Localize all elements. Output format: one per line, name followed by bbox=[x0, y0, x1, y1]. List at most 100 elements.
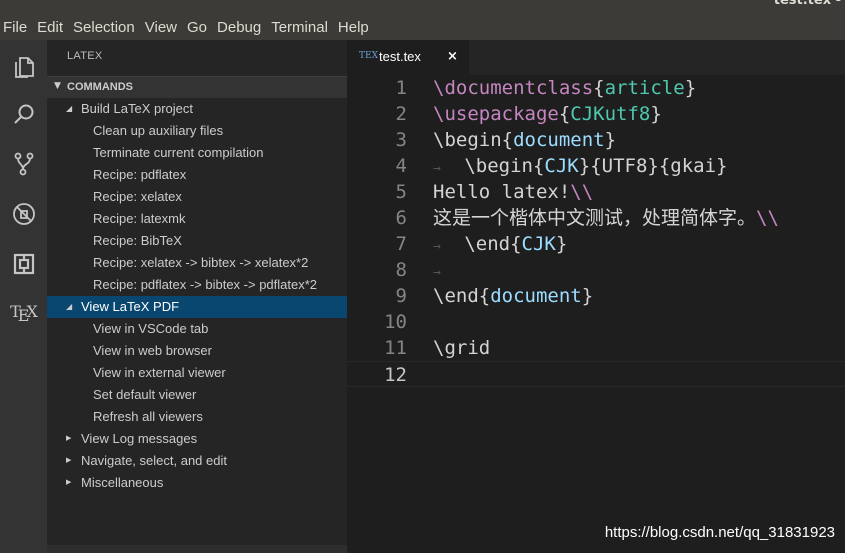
tree-item-label: Terminate current compilation bbox=[93, 145, 264, 160]
code-token: document bbox=[490, 285, 582, 307]
code-line[interactable]: 12 bbox=[347, 361, 845, 387]
menu-file[interactable]: File bbox=[0, 14, 31, 42]
code-line[interactable]: 5 Hello latex!\\ bbox=[347, 179, 845, 205]
code-line[interactable]: 7 → \end{CJK} bbox=[347, 231, 845, 257]
tree-item-label: Refresh all viewers bbox=[93, 409, 203, 424]
close-icon[interactable]: × bbox=[447, 49, 458, 64]
code-token: } bbox=[578, 155, 591, 177]
code-token: article bbox=[604, 77, 685, 99]
tree-item-label: View in VSCode tab bbox=[93, 321, 209, 336]
code-token: Hello latex! bbox=[433, 181, 571, 203]
tree-item[interactable]: Recipe: xelatex -> bibtex -> xelatex*2 bbox=[47, 252, 347, 274]
code-line[interactable]: 4 → \begin{CJK}{UTF8}{gkai} bbox=[347, 153, 845, 179]
watermark: https://blog.csdn.net/qq_31831923 bbox=[604, 524, 835, 541]
debug-icon[interactable] bbox=[0, 191, 47, 237]
code-token: CJKutf8 bbox=[570, 103, 651, 125]
line-number: 8 bbox=[395, 259, 407, 281]
code-token: \end bbox=[433, 285, 479, 307]
tab-test-tex[interactable]: TEX test.tex × bbox=[347, 40, 469, 75]
tree-item[interactable]: Recipe: BibTeX bbox=[47, 230, 347, 252]
code-line[interactable]: 11 \grid bbox=[347, 335, 845, 361]
chevron-right-icon: ▶ bbox=[66, 435, 72, 442]
code-token: document bbox=[513, 129, 605, 151]
tree-item[interactable]: Set default viewer bbox=[47, 384, 347, 406]
line-content: \end{document} bbox=[433, 283, 593, 309]
tree-item[interactable]: Terminate current compilation bbox=[47, 142, 347, 164]
code-line[interactable]: 1 \documentclass{article} bbox=[347, 75, 845, 101]
code-token: 这是一个楷体中文测试，处理简体字。 bbox=[433, 207, 757, 229]
chevron-down-icon: ▼ bbox=[54, 81, 61, 91]
line-content: \documentclass{article} bbox=[433, 75, 696, 101]
line-number: 11 bbox=[384, 337, 407, 359]
tree-item[interactable]: View in web browser bbox=[47, 340, 347, 362]
code-line[interactable]: 6 这是一个楷体中文测试，处理简体字。\\ bbox=[347, 205, 845, 231]
line-content: \grid bbox=[433, 335, 490, 361]
line-content: → \end{CJK} bbox=[433, 231, 567, 260]
code-token: { bbox=[510, 233, 522, 255]
tree-item[interactable]: Refresh all viewers bbox=[47, 406, 347, 428]
tree-item[interactable]: View in VSCode tab bbox=[47, 318, 347, 340]
command-tree: ◢ Build LaTeX project Clean up auxiliary f… bbox=[47, 98, 347, 494]
code-line[interactable]: 2 \usepackage{CJKutf8} bbox=[347, 101, 845, 127]
commands-section-header[interactable]: ▼ COMMANDS bbox=[47, 76, 347, 98]
tex-file-icon: TEX bbox=[359, 51, 378, 61]
code-line[interactable]: 3 \begin{document} bbox=[347, 127, 845, 153]
code-token: \grid bbox=[433, 337, 491, 359]
whitespace-marker: → bbox=[433, 265, 441, 280]
line-number: 9 bbox=[395, 285, 407, 307]
code-line[interactable]: 10 bbox=[347, 309, 845, 335]
code-token: } bbox=[555, 233, 568, 255]
tree-item[interactable]: View in external viewer bbox=[47, 362, 347, 384]
tree-item[interactable]: ◢ Build LaTeX project bbox=[47, 98, 347, 120]
tree-item[interactable]: ▶ Navigate, select, and edit bbox=[47, 450, 347, 472]
code-token: } bbox=[604, 129, 617, 151]
line-number: 7 bbox=[395, 233, 407, 255]
tex-icon[interactable]: TEX bbox=[0, 290, 47, 336]
tree-item-label: Set default viewer bbox=[93, 387, 197, 402]
tree-item[interactable]: Recipe: pdflatex -> bibtex -> pdflatex*2 bbox=[47, 274, 347, 296]
tree-item[interactable]: Clean up auxiliary files bbox=[47, 120, 347, 142]
tree-item-label: View in web browser bbox=[93, 343, 212, 358]
code-token: \\ bbox=[756, 207, 779, 229]
line-content: \usepackage{CJKutf8} bbox=[433, 101, 662, 127]
code-editor[interactable]: 1 \documentclass{article} 2 \usepackage{CJK… bbox=[347, 75, 845, 387]
menu-go[interactable]: Go bbox=[183, 14, 211, 42]
code-token: } bbox=[581, 285, 594, 307]
code-line[interactable]: 9 \end{document} bbox=[347, 283, 845, 309]
window-title: test.tex - bbox=[773, 0, 841, 8]
tree-item[interactable]: Recipe: pdflatex bbox=[47, 164, 347, 186]
title-bar: test.tex - File Edit Selection View Go Debug T… bbox=[0, 0, 845, 40]
tree-item[interactable]: Recipe: latexmk bbox=[47, 208, 347, 230]
menu-bar: File Edit Selection View Go Debug Terminal Help bbox=[0, 14, 375, 42]
horizontal-scrollbar[interactable] bbox=[47, 545, 347, 553]
code-token: \documentclass bbox=[433, 77, 594, 99]
files-icon[interactable] bbox=[0, 44, 47, 90]
line-number: 5 bbox=[395, 181, 407, 203]
tree-item[interactable]: ▶ Miscellaneous bbox=[47, 472, 347, 494]
tree-item-label: Navigate, select, and edit bbox=[81, 453, 227, 468]
menu-debug[interactable]: Debug bbox=[213, 14, 265, 42]
tree-item-label: View Log messages bbox=[81, 431, 198, 446]
chevron-right-icon: ▶ bbox=[66, 457, 72, 464]
tab-bar: TEX test.tex × bbox=[347, 40, 845, 75]
menu-help[interactable]: Help bbox=[334, 14, 373, 42]
tree-item[interactable]: ◢ View LaTeX PDF bbox=[47, 296, 347, 318]
search-icon[interactable] bbox=[0, 92, 47, 138]
code-token: \\ bbox=[570, 181, 594, 203]
menu-selection[interactable]: Selection bbox=[69, 14, 139, 42]
menu-edit[interactable]: Edit bbox=[33, 14, 67, 42]
tree-item[interactable]: Recipe: xelatex bbox=[47, 186, 347, 208]
menu-view[interactable]: View bbox=[141, 14, 181, 42]
tree-item[interactable]: ▶ View Log messages bbox=[47, 428, 347, 450]
code-token: \end bbox=[464, 233, 511, 255]
sidebar: LATEX ▼ COMMANDS ◢ Build LaTeX project Cle… bbox=[47, 40, 347, 553]
source-control-icon[interactable] bbox=[0, 141, 47, 187]
editor-area: TEX test.tex × 1 \documentclass{article} 2… bbox=[347, 40, 845, 553]
code-line[interactable]: 8 → bbox=[347, 257, 845, 283]
code-token: \usepackage bbox=[433, 103, 559, 125]
tab-label: test.tex bbox=[379, 49, 421, 64]
menu-terminal[interactable]: Terminal bbox=[267, 14, 332, 42]
section-label: COMMANDS bbox=[67, 81, 133, 93]
extensions-icon[interactable] bbox=[0, 241, 47, 287]
tree-item-label: View in external viewer bbox=[93, 365, 226, 380]
